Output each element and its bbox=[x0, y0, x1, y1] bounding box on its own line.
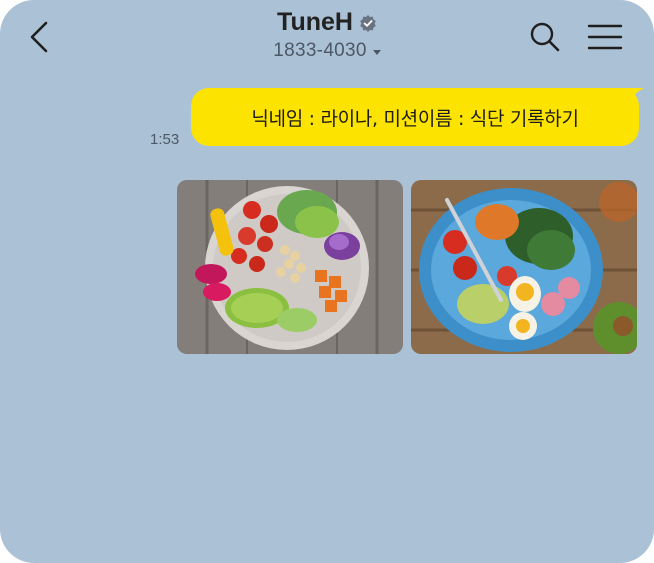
caret-down-icon bbox=[372, 49, 381, 55]
title-row: TuneH bbox=[277, 8, 377, 37]
salad-bowl-photo[interactable] bbox=[177, 180, 403, 354]
menu-button[interactable] bbox=[586, 22, 624, 52]
message-timestamp: 1:53 bbox=[150, 131, 180, 148]
hamburger-menu-icon bbox=[587, 24, 623, 50]
chat-subtitle: 1833-4030 bbox=[273, 40, 367, 61]
egg-salad-bowl-photo[interactable] bbox=[411, 180, 637, 354]
search-button[interactable] bbox=[528, 20, 562, 54]
chat-title: TuneH bbox=[277, 8, 353, 36]
search-icon bbox=[530, 22, 560, 52]
chat-window: TuneH 1833-4030 1:53 닉네임: 라이나, 미션이름: 식… bbox=[0, 0, 654, 563]
message-text: 닉네임 : 라이나, 미션이름 : 식단 기록하기 bbox=[251, 107, 579, 130]
verified-badge-icon bbox=[359, 14, 377, 32]
chat-header: TuneH 1833-4030 bbox=[0, 0, 654, 80]
message-bubble[interactable]: 닉네임 : 라이나, 미션이름 : 식단 기록하기 bbox=[191, 88, 639, 146]
phone-number-dropdown[interactable]: 1833-4030 bbox=[273, 40, 381, 62]
